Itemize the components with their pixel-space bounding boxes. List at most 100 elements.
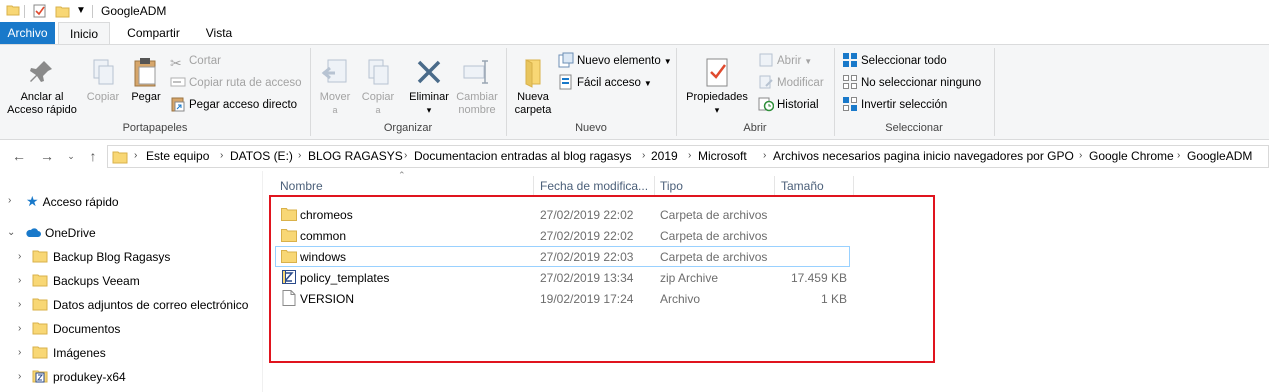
star-icon: ★ xyxy=(26,193,39,209)
collapse-chevron-icon[interactable]: ⌄ xyxy=(7,227,15,238)
folder-icon xyxy=(32,298,48,311)
breadcrumb-separator-icon: › xyxy=(642,150,646,161)
paste-label: Pegar xyxy=(131,91,161,103)
edit-button[interactable]: Modificar xyxy=(758,73,824,93)
group-label-nuevo: Nuevo xyxy=(575,122,607,134)
expand-chevron-icon[interactable]: › xyxy=(18,275,21,286)
pin-quick-access-button[interactable]: Anclar al Acceso rápido xyxy=(4,56,80,117)
ribbon-tabs: Archivo Inicio Compartir Vista xyxy=(0,22,1269,45)
expand-chevron-icon[interactable]: › xyxy=(18,251,21,262)
copy-to-icon xyxy=(368,59,389,85)
folder-icon xyxy=(32,274,48,287)
forward-arrow-icon[interactable]: → xyxy=(38,147,56,165)
nav-item-onedrive[interactable]: OneDrive xyxy=(25,222,96,244)
history-button[interactable]: Historial xyxy=(758,95,819,115)
nav-item-documentos[interactable]: Documentos xyxy=(32,318,120,340)
breadcrumb-blog-ragasys[interactable]: BLOG RAGASYS xyxy=(308,149,403,163)
delete-button[interactable]: Eliminar ▾ xyxy=(405,56,453,117)
tab-compartir[interactable]: Compartir xyxy=(117,22,190,44)
breadcrumb-2019[interactable]: 2019 xyxy=(651,149,678,163)
move-to-icon xyxy=(321,59,347,83)
paste-shortcut-button[interactable]: Pegar acceso directo xyxy=(170,95,297,115)
folder-icon xyxy=(32,250,48,263)
column-header-fecha[interactable]: Fecha de modifica... xyxy=(540,176,648,196)
breadcrumb-documentacion[interactable]: Documentacion entradas al blog ragasys xyxy=(414,149,631,163)
breadcrumb-archivos-necesarios[interactable]: Archivos necesarios pagina inicio navega… xyxy=(773,149,1074,163)
breadcrumb-este-equipo[interactable]: Este equipo xyxy=(146,149,209,163)
open-dropdown-icon: ▼ xyxy=(804,57,813,66)
red-highlight-annotation xyxy=(269,195,935,363)
select-all-button[interactable]: Seleccionar todo xyxy=(842,51,947,71)
tab-inicio[interactable]: Inicio xyxy=(58,22,110,45)
nav-item-backups-veeam[interactable]: Backups Veeam xyxy=(32,270,140,292)
new-folder-button[interactable]: Nueva carpeta xyxy=(511,56,555,117)
breadcrumb-separator-icon: › xyxy=(404,150,408,161)
breadcrumb-datos[interactable]: DATOS (E:) xyxy=(230,149,293,163)
address-bar[interactable]: › Este equipo › DATOS (E:) › BLOG RAGASY… xyxy=(107,145,1269,168)
nav-item-datos-adjuntos[interactable]: Datos adjuntos de correo electrónico xyxy=(32,294,248,316)
breadcrumb-google-chrome[interactable]: Google Chrome xyxy=(1089,149,1174,163)
move-to-button[interactable]: Mover a xyxy=(314,56,356,117)
tab-archivo[interactable]: Archivo xyxy=(0,22,55,44)
properties-icon xyxy=(706,58,728,87)
delete-dropdown-icon: ▾ xyxy=(426,105,432,115)
navigation-pane: › ★ Acceso rápido ⌄ OneDrive › Backup Blo… xyxy=(0,171,262,392)
nav-item-produkey[interactable]: produkey-x64 xyxy=(32,366,126,388)
breadcrumb-separator-icon: › xyxy=(298,150,302,161)
copy-label: Copiar xyxy=(86,91,120,103)
pane-splitter[interactable] xyxy=(262,171,263,392)
cut-button[interactable]: ✂ Cortar xyxy=(170,51,221,71)
copy-to-button[interactable]: Copiar a xyxy=(358,56,398,117)
group-label-abrir: Abrir xyxy=(743,122,767,134)
paste-button[interactable]: Pegar xyxy=(128,56,164,104)
breadcrumb-googleadm[interactable]: GoogleADM xyxy=(1187,149,1252,163)
easy-access-button[interactable]: Fácil acceso ▼ xyxy=(558,73,652,93)
nav-item-imagenes[interactable]: Imágenes xyxy=(32,342,106,364)
copy-button[interactable]: Copiar xyxy=(84,56,122,104)
copy-path-icon xyxy=(170,77,186,87)
new-item-icon xyxy=(558,52,574,68)
properties-button[interactable]: Propiedades ▾ xyxy=(682,56,752,117)
address-row: ← → ⌄ ↑ › Este equipo › DATOS (E:) › BLO… xyxy=(0,141,1269,171)
column-header-nombre[interactable]: Nombre xyxy=(280,176,323,196)
properties-dropdown-icon: ▾ xyxy=(714,105,720,115)
ribbon: Anclar al Acceso rápido Copiar Pegar ✂ Co… xyxy=(0,44,1269,140)
recent-locations-chevron-icon[interactable]: ⌄ xyxy=(62,147,80,165)
expand-chevron-icon[interactable]: › xyxy=(8,195,11,206)
rename-icon xyxy=(463,60,488,84)
new-item-button[interactable]: Nuevo elemento ▼ xyxy=(558,51,672,71)
new-folder-qa-icon[interactable] xyxy=(55,3,71,19)
cloud-icon xyxy=(26,228,41,237)
properties-qa-icon[interactable] xyxy=(32,3,48,19)
column-header-tipo[interactable]: Tipo xyxy=(660,176,683,196)
pin-label-2: Acceso rápido xyxy=(7,104,77,116)
expand-chevron-icon[interactable]: › xyxy=(18,299,21,310)
easy-access-icon xyxy=(559,74,572,90)
breadcrumb-separator-icon: › xyxy=(1079,150,1083,161)
expand-chevron-icon[interactable]: › xyxy=(18,347,21,358)
expand-chevron-icon[interactable]: › xyxy=(18,323,21,334)
history-icon xyxy=(758,97,774,112)
up-arrow-icon[interactable]: ↑ xyxy=(84,147,102,165)
breadcrumb-separator-icon: › xyxy=(220,150,224,161)
invert-selection-button[interactable]: Invertir selección xyxy=(842,95,947,115)
invert-selection-icon xyxy=(843,97,857,111)
pin-icon xyxy=(30,61,52,82)
select-none-button[interactable]: No seleccionar ninguno xyxy=(842,73,981,93)
customize-qa-dropdown-icon[interactable]: ▼ xyxy=(76,5,86,16)
tab-vista[interactable]: Vista xyxy=(196,22,242,44)
back-arrow-icon[interactable]: ← xyxy=(10,147,28,165)
clipboard-icon xyxy=(134,58,156,87)
edit-icon xyxy=(759,75,773,89)
window-title: GoogleADM xyxy=(101,4,167,18)
nav-item-acceso-rapido[interactable]: ★ Acceso rápido xyxy=(26,190,119,212)
new-folder-icon xyxy=(525,59,541,88)
copy-path-button[interactable]: Copiar ruta de acceso xyxy=(170,73,302,93)
nav-item-backup-blog-ragasys[interactable]: Backup Blog Ragasys xyxy=(32,246,170,268)
breadcrumb-microsoft[interactable]: Microsoft xyxy=(698,149,747,163)
open-button[interactable]: Abrir ▼ xyxy=(758,51,812,71)
rename-button[interactable]: Cambiar nombre xyxy=(453,56,501,117)
expand-chevron-icon[interactable]: › xyxy=(18,371,21,382)
paste-shortcut-icon xyxy=(171,97,185,112)
column-header-tamano[interactable]: Tamaño xyxy=(781,176,824,196)
